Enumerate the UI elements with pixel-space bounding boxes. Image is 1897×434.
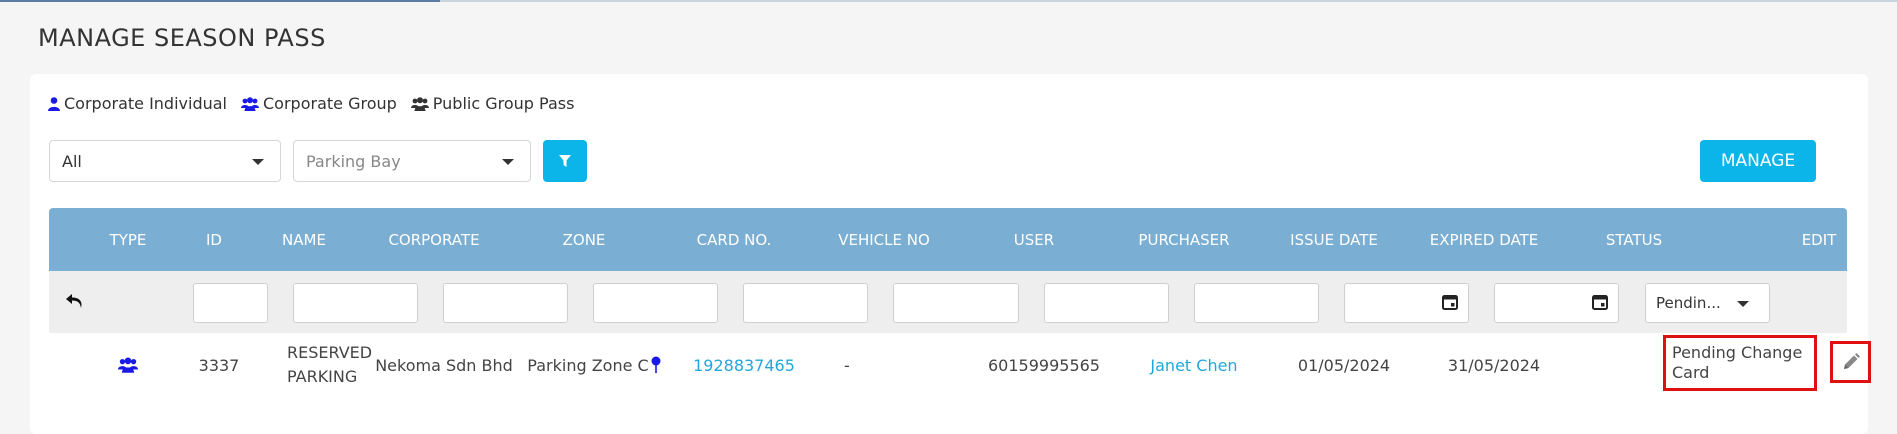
users-icon: [241, 96, 259, 111]
parking-bay-placeholder: Parking Bay: [306, 151, 401, 171]
filter-bar: All Parking Bay: [49, 140, 587, 182]
column-header-status[interactable]: STATUS: [1569, 208, 1699, 271]
status-line1: Pending Change: [1672, 343, 1803, 362]
row-issue-date: 01/05/2024: [1297, 355, 1391, 375]
legend-label: Corporate Group: [263, 94, 397, 113]
season-pass-table: TYPE ID NAME CORPORATE ZONE CARD NO. VEH…: [49, 208, 1871, 397]
id-filter-input[interactable]: [193, 283, 268, 323]
manage-button[interactable]: MANAGE: [1700, 140, 1816, 182]
filter-icon: [559, 155, 571, 167]
top-bar: [0, 0, 1897, 2]
corporate-filter-input[interactable]: [443, 283, 568, 323]
pencil-icon: [1843, 353, 1860, 369]
status-text: Pending Change Card: [1672, 343, 1802, 383]
row-name-line1: RESERVED: [287, 343, 373, 362]
row-type-cell: [93, 333, 163, 397]
name-filter-input[interactable]: [293, 283, 418, 323]
filter-button[interactable]: [543, 140, 587, 182]
card-no-filter-input[interactable]: [743, 283, 868, 323]
vehicle-no-filter-input[interactable]: [893, 283, 1019, 323]
chevron-down-icon: [502, 159, 514, 165]
legend-label: Public Group Pass: [432, 94, 575, 113]
type-select-value: All: [62, 151, 82, 171]
users-icon: [410, 96, 429, 111]
table-row[interactable]: 3337 RESERVED PARKING Nekoma Sdn Bhd Par…: [49, 333, 1871, 397]
status-line2: Card: [1672, 363, 1710, 382]
row-user: 60159995565: [988, 355, 1100, 375]
content-card: Corporate Individual Corporate Group Pub…: [30, 74, 1871, 434]
column-filter-row: Pendin...: [49, 271, 1847, 333]
row-card-no-cell: 1928837465: [669, 333, 819, 397]
expired-date-filter-input[interactable]: [1494, 283, 1619, 323]
table-header: TYPE ID NAME CORPORATE ZONE CARD NO. VEH…: [49, 208, 1847, 271]
legend-label: Corporate Individual: [64, 94, 227, 113]
column-header-expired-date[interactable]: EXPIRED DATE: [1419, 208, 1549, 271]
zone-filter-input[interactable]: [593, 283, 718, 323]
column-header-name[interactable]: NAME: [249, 208, 359, 271]
page-title: MANAGE SEASON PASS: [38, 24, 326, 52]
users-icon: [118, 357, 138, 373]
row-purchaser-cell: Janet Chen: [1119, 333, 1269, 397]
column-header-issue-date[interactable]: ISSUE DATE: [1269, 208, 1399, 271]
column-header-card-no[interactable]: CARD NO.: [669, 208, 799, 271]
row-vehicle-no: -: [844, 355, 850, 375]
edit-button[interactable]: [1830, 341, 1871, 383]
column-header-user[interactable]: USER: [969, 208, 1099, 271]
row-zone: Parking Zone C: [527, 355, 649, 375]
column-header-purchaser[interactable]: PURCHASER: [1119, 208, 1249, 271]
purchaser-link[interactable]: Janet Chen: [1150, 356, 1237, 375]
legend-corporate-individual: Corporate Individual: [48, 94, 227, 113]
column-header-vehicle-no[interactable]: VEHICLE NO: [819, 208, 949, 271]
chevron-down-icon: [1737, 301, 1749, 307]
chevron-down-icon: [252, 159, 264, 165]
type-select[interactable]: All: [49, 140, 281, 182]
row-id: 3337: [198, 355, 240, 375]
calendar-icon[interactable]: [1442, 294, 1458, 310]
legend-corporate-group: Corporate Group: [241, 94, 397, 113]
map-pin-icon[interactable]: [651, 356, 661, 374]
calendar-icon[interactable]: [1592, 294, 1608, 310]
column-header-type[interactable]: TYPE: [93, 208, 163, 271]
column-header-zone[interactable]: ZONE: [519, 208, 649, 271]
parking-bay-select[interactable]: Parking Bay: [293, 140, 531, 182]
status-filter-value: Pendin...: [1656, 294, 1721, 312]
undo-icon[interactable]: [63, 289, 87, 317]
row-corporate: Nekoma Sdn Bhd: [375, 355, 513, 375]
user-filter-input[interactable]: [1044, 283, 1169, 323]
status-badge: Pending Change Card: [1663, 335, 1817, 391]
column-header-id[interactable]: ID: [179, 208, 249, 271]
row-zone-cell: Parking Zone C: [519, 333, 669, 397]
card-number-link[interactable]: 1928837465: [693, 356, 795, 375]
column-header-corporate[interactable]: CORPORATE: [369, 208, 499, 271]
column-header-edit: EDIT: [1801, 230, 1837, 249]
row-name-line2: PARKING: [287, 367, 358, 386]
issue-date-filter-input[interactable]: [1344, 283, 1469, 323]
row-expired-date: 31/05/2024: [1447, 355, 1541, 375]
purchaser-filter-input[interactable]: [1194, 283, 1319, 323]
type-legend: Corporate Individual Corporate Group Pub…: [48, 94, 588, 113]
status-filter-select[interactable]: Pendin...: [1645, 283, 1770, 323]
top-bar-accent: [0, 0, 440, 2]
user-icon: [48, 96, 60, 111]
legend-public-group-pass: Public Group Pass: [410, 94, 575, 113]
